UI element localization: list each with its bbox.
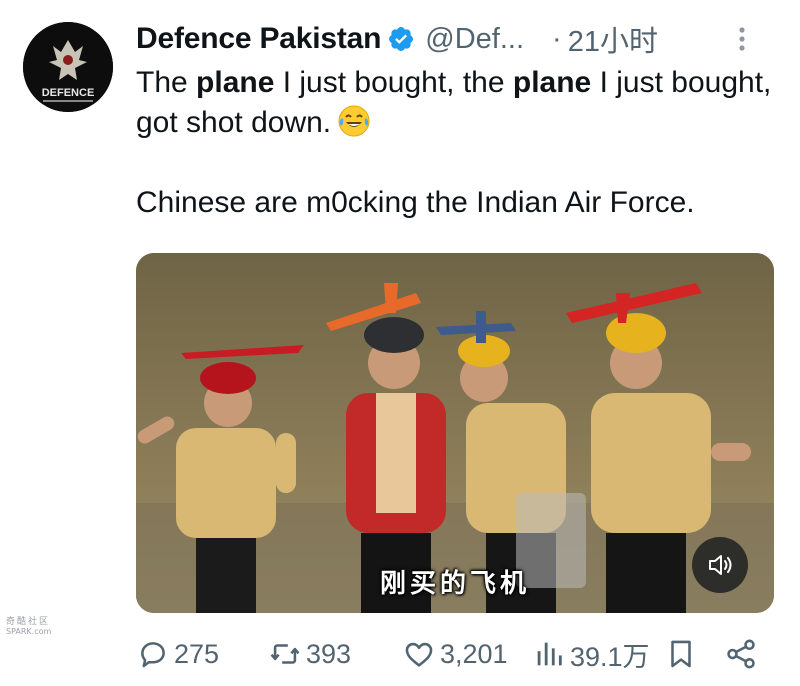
video-player[interactable]: 刚买的飞机 (136, 253, 774, 613)
speaker-icon (709, 555, 732, 575)
video-frame (136, 253, 774, 613)
separator-dot: · (552, 22, 562, 55)
tweet-header: Defence Pakistan @Def... · 21小时 (136, 18, 776, 60)
views-button[interactable]: 39.1万 (532, 632, 650, 676)
avatar[interactable]: DEFENCE (23, 22, 113, 112)
laughing-tears-emoji-icon (337, 104, 371, 138)
retweet-count: 393 (306, 638, 352, 669)
reply-button[interactable]: 275 (136, 632, 219, 676)
tweet-paragraph-2: Chinese are m0cking the Indian Air Force… (136, 186, 695, 219)
verified-badge-icon (387, 25, 415, 53)
tweet-paragraph-1: The plane I just bought, the plane I jus… (136, 66, 772, 139)
avatar-label: DEFENCE (42, 87, 95, 99)
share-button[interactable] (724, 632, 762, 676)
heart-icon (405, 642, 433, 667)
tweet-text: The plane I just bought, the plane I jus… (136, 63, 786, 223)
views-count: 39.1万 (570, 641, 650, 672)
retweet-button[interactable]: 393 (268, 632, 351, 676)
bookmark-button[interactable] (664, 632, 702, 676)
like-button[interactable]: 3,201 (402, 632, 508, 676)
reply-icon (141, 642, 165, 668)
bold-word: plane (512, 66, 592, 99)
more-options-icon[interactable] (730, 24, 754, 54)
bookmark-icon (671, 640, 691, 668)
handle[interactable]: @Def... (425, 23, 524, 56)
share-icon (727, 639, 755, 669)
timestamp[interactable]: 21小时 (568, 18, 658, 60)
like-count: 3,201 (440, 638, 508, 669)
reply-count: 275 (174, 638, 220, 669)
bold-word: plane (196, 66, 275, 99)
display-name[interactable]: Defence Pakistan (136, 22, 381, 56)
views-bar-chart-icon (537, 642, 562, 666)
tweet-card[interactable]: DEFENCE Defence Pakistan @Def... · 21小时 … (0, 0, 800, 686)
mute-toggle-button[interactable] (692, 537, 748, 593)
video-subtitle: 刚买的飞机 (379, 569, 530, 599)
action-bar: 275 393 3,201 39.1万 (0, 632, 800, 676)
retweet-icon (270, 644, 300, 664)
